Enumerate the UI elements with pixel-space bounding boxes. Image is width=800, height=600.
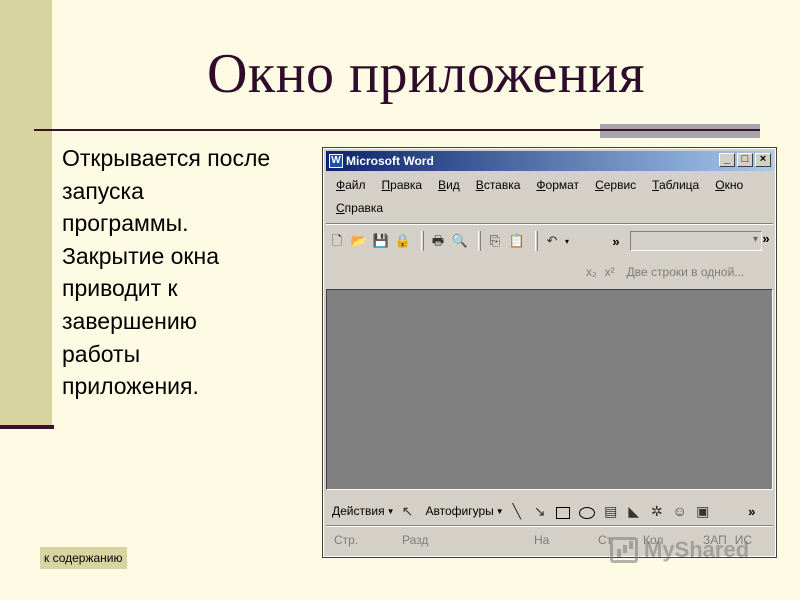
left-accent-bar	[0, 0, 52, 428]
document-area[interactable]	[326, 289, 773, 490]
body-line: Открывается после	[62, 145, 271, 171]
menu-view[interactable]: Вид	[430, 177, 468, 193]
body-line: приводит к	[62, 275, 178, 302]
undo-dropdown-icon[interactable]: ▾	[565, 237, 569, 246]
paste-icon[interactable]: 📋	[508, 232, 526, 250]
toolbar-overflow-right-icon[interactable]: »	[759, 231, 773, 246]
actions-menu-button[interactable]: Действия ▼	[328, 504, 399, 518]
slide-title: Окно приложения	[206, 43, 646, 105]
minimize-button[interactable]: _	[719, 153, 735, 167]
body-line: программы.	[62, 210, 189, 237]
word-window: W Microsoft Word _ □ × Файл Правка Вид В…	[322, 147, 777, 558]
autoshapes-menu-button[interactable]: Автофигуры ▼	[422, 504, 508, 518]
oval-icon[interactable]	[578, 506, 595, 519]
insert-picture-icon[interactable]: ▣	[694, 502, 712, 520]
text-box-icon[interactable]: ▤	[602, 502, 620, 520]
print-icon[interactable]: 🖶	[429, 232, 447, 250]
select-objects-icon[interactable]: ↖	[399, 502, 417, 520]
actions-label: Действия	[332, 504, 385, 518]
font-combo[interactable]	[630, 231, 762, 251]
save-icon[interactable]: 💾	[372, 232, 390, 250]
drawing-toolbar: Действия ▼ ↖ Автофигуры ▼ ╲ ↘ ▤ ◣ ✲ ☺ ▣ …	[328, 499, 771, 523]
menu-format[interactable]: Формат	[528, 177, 587, 193]
body-line: приложения.	[62, 373, 199, 400]
chevron-down-icon: ▼	[495, 506, 504, 516]
superscript-icon[interactable]: x²	[605, 265, 615, 279]
body-line: завершению	[62, 307, 197, 334]
body-line: Закрытие окна	[62, 242, 219, 269]
formatting-toolbar: x₂ x² Две строки в одной...	[586, 261, 771, 283]
line-icon[interactable]: ╲	[508, 502, 526, 520]
status-separator	[326, 525, 773, 527]
window-title: Microsoft Word	[346, 154, 434, 168]
autoshapes-label: Автофигуры	[425, 504, 494, 518]
rectangle-icon[interactable]	[555, 506, 570, 519]
toolbar-separator	[421, 231, 424, 251]
diagram-icon[interactable]: ✲	[648, 502, 666, 520]
toolbar-separator	[535, 231, 538, 251]
menu-tools[interactable]: Сервис	[587, 177, 644, 193]
title-rule-accent	[600, 124, 760, 138]
menu-bar: Файл Правка Вид Вставка Формат Сервис Та…	[328, 177, 758, 216]
open-folder-icon[interactable]: 📂	[350, 232, 368, 250]
title-rule	[34, 129, 760, 131]
close-button[interactable]: ×	[755, 153, 771, 167]
new-document-icon[interactable]: 🗋	[328, 232, 346, 250]
undo-icon[interactable]: ↶	[543, 232, 561, 250]
permission-icon[interactable]: 🔒	[394, 232, 412, 250]
window-titlebar[interactable]: W Microsoft Word _ □ ×	[326, 151, 773, 171]
watermark: MyShared	[610, 537, 749, 563]
watermark-text: MyShared	[644, 537, 750, 562]
maximize-button[interactable]: □	[737, 153, 753, 167]
status-section: Разд	[402, 533, 429, 547]
clip-art-icon[interactable]: ☺	[671, 502, 689, 520]
menu-edit[interactable]: Правка	[374, 177, 431, 193]
left-accent-line	[0, 425, 54, 429]
menu-help[interactable]: Справка	[328, 200, 391, 216]
copy-icon[interactable]: ⎘	[486, 232, 504, 250]
menu-table[interactable]: Таблица	[644, 177, 707, 193]
two-lines-in-one-button[interactable]: Две строки в одной...	[627, 265, 745, 279]
word-app-icon[interactable]: W	[329, 154, 343, 168]
chevron-down-icon: ▼	[386, 506, 395, 516]
menu-insert[interactable]: Вставка	[468, 177, 529, 193]
toolbar-separator	[478, 231, 481, 251]
chart-logo-icon	[610, 537, 638, 563]
arrow-icon[interactable]: ↘	[531, 502, 549, 520]
toolbar-overflow-icon[interactable]: »	[609, 234, 623, 249]
menu-file[interactable]: Файл	[328, 177, 374, 193]
menu-separator	[326, 223, 773, 225]
table-of-contents-link[interactable]: к содержанию	[40, 547, 127, 569]
body-line: запуска	[62, 177, 144, 204]
body-line: работы	[62, 340, 141, 367]
menu-window[interactable]: Окно	[707, 177, 751, 193]
status-page: Стр.	[334, 533, 359, 547]
subscript-icon[interactable]: x₂	[586, 265, 597, 279]
print-preview-icon[interactable]: 🔍	[451, 232, 469, 250]
wordart-icon[interactable]: ◣	[625, 502, 643, 520]
drawing-overflow-icon[interactable]: »	[745, 504, 759, 519]
status-at: На	[534, 533, 550, 547]
slide-body: Открывается после запуска программы. Зак…	[62, 142, 312, 403]
